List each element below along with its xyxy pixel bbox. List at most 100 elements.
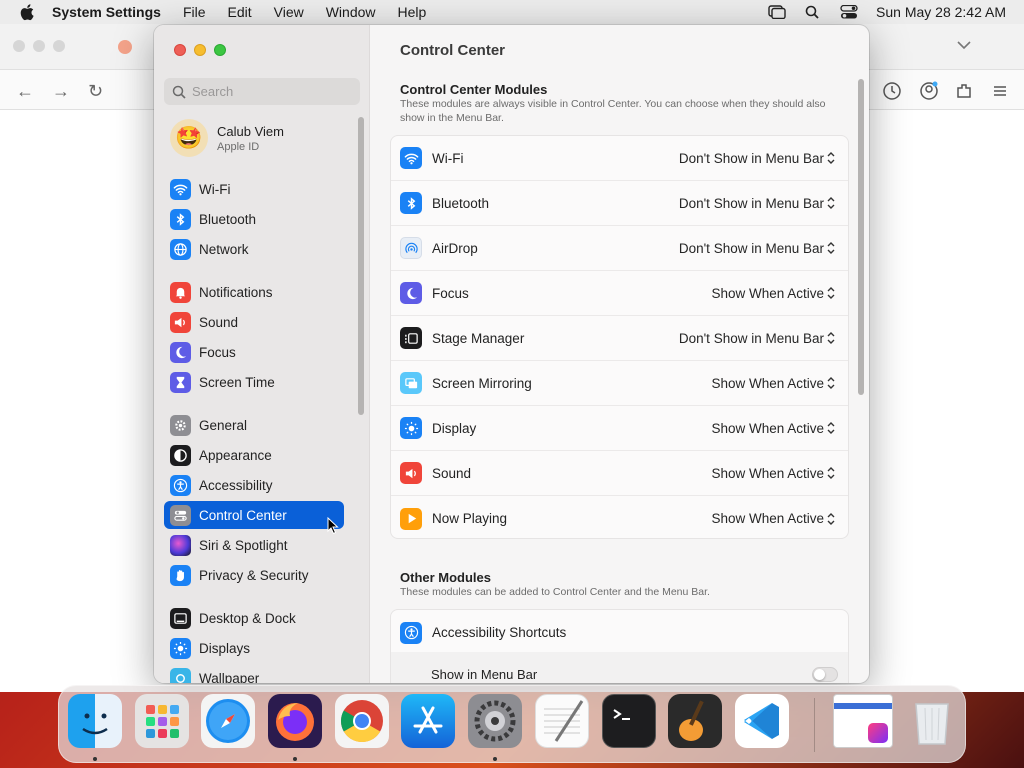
- browser-zoom-button[interactable]: [53, 40, 65, 52]
- textedit-icon[interactable]: [535, 694, 589, 748]
- history-icon[interactable]: [882, 81, 902, 101]
- sidebar-item-accessibility[interactable]: Accessibility: [164, 471, 344, 499]
- sidebar-item-wallpaper[interactable]: Wallpaper: [164, 664, 344, 683]
- sidebar-item-wifi[interactable]: Wi-Fi: [164, 175, 344, 203]
- module-row-accessibility-shortcuts: Accessibility Shortcuts: [391, 610, 848, 655]
- menu-bar-visibility-popup[interactable]: Show When Active: [711, 376, 824, 391]
- main-scrollbar[interactable]: [858, 79, 864, 395]
- sidebar-item-network[interactable]: Network: [164, 235, 344, 263]
- app-store-icon[interactable]: [401, 694, 455, 748]
- module-label: Now Playing: [432, 511, 508, 526]
- sidebar-item-focus[interactable]: Focus: [164, 338, 344, 366]
- firefox-tab-icon[interactable]: [118, 40, 132, 54]
- garageband-icon[interactable]: [668, 694, 722, 748]
- popup-stepper-icon[interactable]: [826, 240, 836, 256]
- popup-stepper-icon[interactable]: [826, 420, 836, 436]
- sidebar-item-screen-time[interactable]: Screen Time: [164, 368, 344, 396]
- browser-close-button[interactable]: [13, 40, 25, 52]
- menu-app-name[interactable]: System Settings: [52, 4, 161, 20]
- menu-bar-visibility-popup[interactable]: Show When Active: [711, 466, 824, 481]
- sidebar-item-label: Control Center: [199, 507, 287, 523]
- search-field[interactable]: Search: [164, 78, 360, 105]
- sidebar-item-label: Wallpaper: [199, 670, 260, 684]
- hand-icon: [170, 564, 191, 586]
- apple-id-profile[interactable]: 🤩 Calub Viem Apple ID: [170, 119, 284, 157]
- sidebar-item-sound[interactable]: Sound: [164, 308, 344, 336]
- other-modules-heading: Other Modules: [400, 570, 492, 585]
- extensions-icon[interactable]: [954, 81, 974, 101]
- screen-mirroring-menubar-icon[interactable]: [768, 5, 786, 19]
- popup-stepper-icon[interactable]: [826, 285, 836, 301]
- menu-file[interactable]: File: [183, 4, 206, 20]
- menu-view[interactable]: View: [274, 4, 304, 20]
- mouse-cursor-icon: [327, 517, 339, 535]
- forward-arrow-icon[interactable]: →: [52, 82, 70, 100]
- sidebar-item-notifications[interactable]: Notifications: [164, 278, 344, 306]
- window-close-button[interactable]: [174, 44, 186, 56]
- wallpaper-icon: [170, 667, 191, 683]
- menu-help[interactable]: Help: [398, 4, 427, 20]
- finder-icon[interactable]: [68, 694, 122, 748]
- spotlight-search-icon[interactable]: [804, 5, 822, 19]
- vscode-icon[interactable]: [735, 694, 789, 748]
- menu-bar-visibility-popup[interactable]: Show When Active: [711, 421, 824, 436]
- main-content: Control Center Control Center Modules Th…: [370, 25, 869, 683]
- airdrop-icon: [400, 237, 422, 259]
- menu-bar-visibility-popup[interactable]: Don't Show in Menu Bar: [679, 241, 824, 256]
- browser-minimize-button[interactable]: [33, 40, 45, 52]
- popup-stepper-icon[interactable]: [826, 195, 836, 211]
- terminal-icon[interactable]: [602, 694, 656, 748]
- apple-icon[interactable]: [18, 2, 38, 22]
- menu-bar-visibility-popup[interactable]: Don't Show in Menu Bar: [679, 196, 824, 211]
- back-arrow-icon[interactable]: ←: [16, 82, 34, 100]
- sidebar-item-control-center[interactable]: Control Center: [164, 501, 344, 529]
- menu-edit[interactable]: Edit: [228, 4, 252, 20]
- firefox-icon[interactable]: [268, 694, 322, 748]
- globe-icon: [170, 238, 191, 260]
- menu-window[interactable]: Window: [326, 4, 376, 20]
- system-settings-icon[interactable]: [468, 694, 522, 748]
- sidebar-item-siri-spotlight[interactable]: Siri & Spotlight: [164, 531, 344, 559]
- moon-icon: [400, 282, 422, 304]
- sidebar-item-label: General: [199, 417, 248, 433]
- launchpad-icon[interactable]: [135, 694, 189, 748]
- menu-bar-visibility-popup[interactable]: Don't Show in Menu Bar: [679, 331, 824, 346]
- menu-bar-visibility-popup[interactable]: Show When Active: [711, 286, 824, 301]
- safari-icon[interactable]: [201, 694, 255, 748]
- sidebar-item-general[interactable]: General: [164, 411, 344, 439]
- trash-icon[interactable]: [905, 694, 959, 748]
- profile-subtitle: Apple ID: [217, 140, 260, 153]
- menu-bar-visibility-popup[interactable]: Show When Active: [711, 511, 824, 526]
- sidebar-item-label: Wi-Fi: [199, 181, 231, 197]
- window-zoom-button[interactable]: [214, 44, 226, 56]
- sidebar-item-privacy-security[interactable]: Privacy & Security: [164, 561, 344, 589]
- sidebar-item-bluetooth[interactable]: Bluetooth: [164, 205, 344, 233]
- running-indicator: [93, 757, 97, 761]
- control-center-menubar-icon[interactable]: [840, 5, 858, 19]
- menu-clock[interactable]: Sun May 28 2:42 AM: [876, 4, 1006, 20]
- menu-bar-visibility-popup[interactable]: Don't Show in Menu Bar: [679, 151, 824, 166]
- sun-icon: [400, 417, 422, 439]
- reload-icon[interactable]: ↻: [88, 82, 106, 100]
- show-in-menu-bar-toggle[interactable]: [812, 667, 838, 682]
- sidebar-item-label: Network: [199, 241, 249, 257]
- popup-stepper-icon[interactable]: [826, 330, 836, 346]
- popup-stepper-icon[interactable]: [826, 150, 836, 166]
- search-placeholder: Search: [192, 84, 234, 99]
- chevron-down-icon[interactable]: [957, 40, 971, 50]
- sidebar-scrollbar[interactable]: [358, 117, 364, 415]
- popup-stepper-icon[interactable]: [826, 465, 836, 481]
- sidebar-item-label: Desktop & Dock: [199, 610, 296, 626]
- downloads-stack-icon[interactable]: [833, 694, 893, 748]
- accessibility-icon: [400, 621, 422, 644]
- sidebar-item-appearance[interactable]: Appearance: [164, 441, 344, 469]
- window-minimize-button[interactable]: [194, 44, 206, 56]
- chrome-icon[interactable]: [335, 694, 389, 748]
- account-icon[interactable]: [919, 81, 939, 101]
- screen-mirroring-icon: [400, 372, 422, 394]
- sidebar-item-displays[interactable]: Displays: [164, 634, 344, 662]
- popup-stepper-icon[interactable]: [826, 511, 836, 527]
- sidebar-item-desktop-dock[interactable]: Desktop & Dock: [164, 604, 344, 632]
- popup-stepper-icon[interactable]: [826, 375, 836, 391]
- hamburger-menu-icon[interactable]: [990, 81, 1010, 101]
